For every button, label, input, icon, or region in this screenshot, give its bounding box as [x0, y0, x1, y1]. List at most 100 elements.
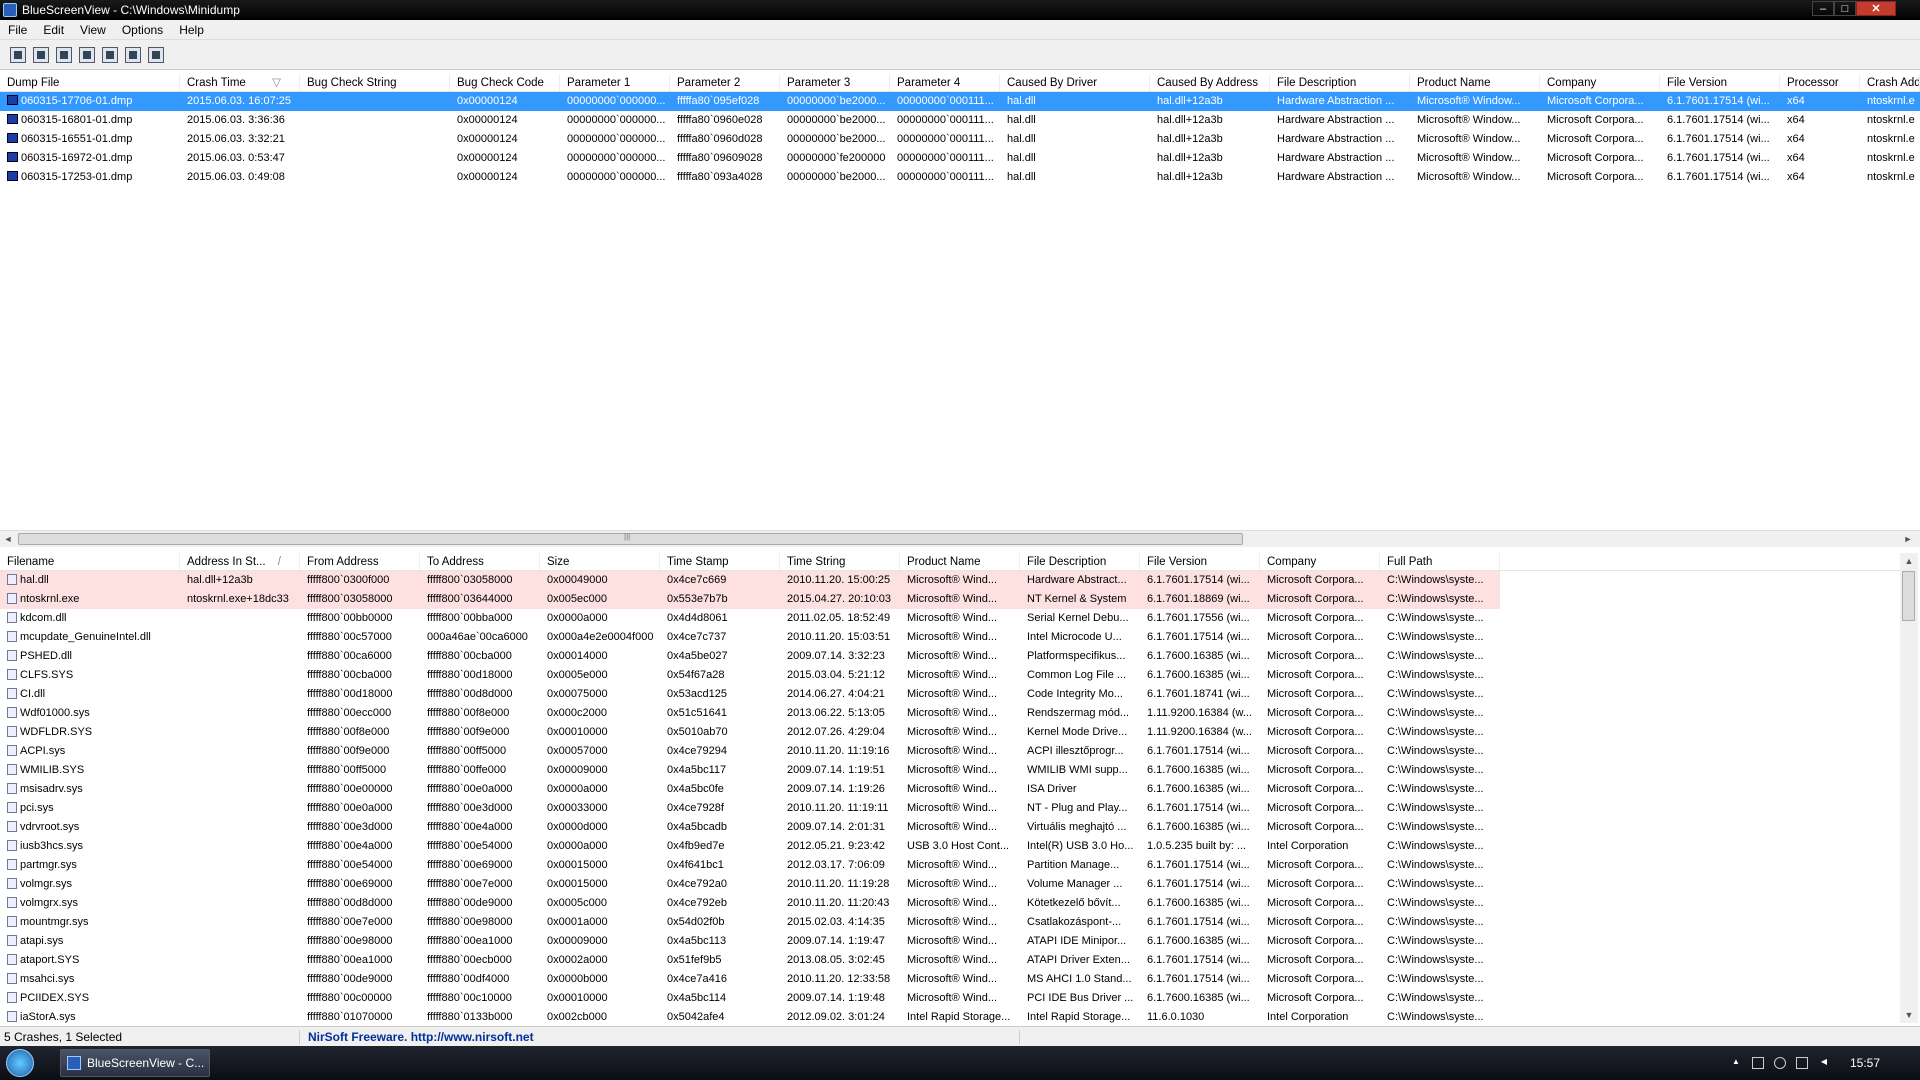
column-header-parameter-1[interactable]: Parameter 1: [560, 74, 670, 91]
column-header-file-version[interactable]: File Version: [1140, 553, 1260, 570]
table-row[interactable]: kdcom.dll fffff800`00bb0000 fffff800`00bba…: [0, 609, 1900, 628]
table-row[interactable]: msahci.sys fffff880`00de9000 fffff880`00df…: [0, 970, 1900, 989]
table-row[interactable]: 060315-16801-01.dmp 2015.06.03. 3:36:36 0x…: [0, 111, 1920, 130]
menu-view[interactable]: View: [72, 23, 114, 37]
copy-icon[interactable]: [79, 46, 95, 63]
find-icon[interactable]: [125, 46, 141, 63]
tray-arrow-icon[interactable]: ▲: [1730, 1057, 1742, 1069]
cell-to-address: fffff880`00ecb000: [427, 954, 512, 966]
column-header-address-in-st[interactable]: Address In St... /: [180, 553, 300, 570]
column-header-dump-file[interactable]: Dump File: [0, 74, 180, 91]
table-row[interactable]: WDFLDR.SYS fffff880`00f8e000 fffff880`00f9…: [0, 723, 1900, 742]
cell-from-address: fffff880`00e4a000: [307, 840, 393, 852]
column-header-from-address[interactable]: From Address: [300, 553, 420, 570]
network-icon[interactable]: [1795, 1057, 1808, 1069]
table-row[interactable]: Wdf01000.sys fffff880`00ecc000 fffff880`00…: [0, 704, 1900, 723]
table-row[interactable]: atapi.sys fffff880`00e98000 fffff880`00ea1…: [0, 932, 1900, 951]
column-header-file-description[interactable]: File Description: [1270, 74, 1410, 91]
column-header-parameter-4[interactable]: Parameter 4: [890, 74, 1000, 91]
scroll-up-icon[interactable]: ▲: [1901, 553, 1917, 569]
column-header-full-path[interactable]: Full Path: [1380, 553, 1500, 570]
table-row[interactable]: mcupdate_GenuineIntel.dll fffff880`00c570…: [0, 628, 1900, 647]
flag-icon[interactable]: [1751, 1057, 1764, 1069]
volume-icon[interactable]: ◀: [1818, 1057, 1830, 1069]
vertical-scrollbar[interactable]: ▲ ▼: [1900, 553, 1918, 1023]
column-header-product-name[interactable]: Product Name: [900, 553, 1020, 570]
table-row[interactable]: PCIIDEX.SYS fffff880`00c00000 fffff880`00c…: [0, 989, 1900, 1008]
menu-options[interactable]: Options: [114, 23, 171, 37]
column-header-parameter-2[interactable]: Parameter 2: [670, 74, 780, 91]
scroll-left-icon[interactable]: ◄: [0, 531, 16, 547]
column-header-crash-time[interactable]: Crash Time ▽: [180, 74, 300, 91]
table-row[interactable]: volmgrx.sys fffff880`00d8d000 fffff880`00d…: [0, 894, 1900, 913]
column-header-file-version[interactable]: File Version: [1660, 74, 1780, 91]
html-report-icon[interactable]: [102, 46, 118, 63]
column-header-time-string[interactable]: Time String: [780, 553, 900, 570]
exit-icon[interactable]: [148, 46, 164, 63]
table-row[interactable]: vdrvroot.sys fffff880`00e3d000 fffff880`00…: [0, 818, 1900, 837]
table-row[interactable]: ataport.SYS fffff880`00ea1000 fffff880`00e…: [0, 951, 1900, 970]
column-header-company[interactable]: Company: [1540, 74, 1660, 91]
maximize-button[interactable]: □: [1834, 1, 1856, 16]
table-row[interactable]: 060315-16551-01.dmp 2015.06.03. 3:32:21 0x…: [0, 130, 1920, 149]
column-header-bug-check-code[interactable]: Bug Check Code: [450, 74, 560, 91]
table-row[interactable]: 060315-17706-01.dmp 2015.06.03. 16:07:25 0…: [0, 92, 1920, 111]
column-header-file-description[interactable]: File Description: [1020, 553, 1140, 570]
start-button[interactable]: [0, 1046, 40, 1080]
minimize-button[interactable]: –: [1812, 1, 1834, 16]
menu-help[interactable]: Help: [171, 23, 212, 37]
clock[interactable]: 15:57: [1850, 1056, 1880, 1070]
column-header-company[interactable]: Company: [1260, 553, 1380, 570]
save-icon[interactable]: [33, 46, 49, 63]
properties-icon[interactable]: [10, 46, 26, 63]
cell-time-stamp: 0x5010ab70: [667, 726, 728, 738]
vertical-scrollbar-thumb[interactable]: [1902, 571, 1915, 621]
table-row[interactable]: WMILIB.SYS fffff880`00ff5000 fffff880`00ff…: [0, 761, 1900, 780]
update-icon[interactable]: [1773, 1057, 1786, 1069]
column-header-product-name[interactable]: Product Name: [1410, 74, 1540, 91]
table-row[interactable]: PSHED.dll fffff880`00ca6000 fffff880`00cba…: [0, 647, 1900, 666]
column-header-bug-check-string[interactable]: Bug Check String: [300, 74, 450, 91]
table-row[interactable]: CI.dll fffff880`00d18000 fffff880`00d8d000…: [0, 685, 1900, 704]
scroll-right-icon[interactable]: ►: [1900, 531, 1916, 547]
close-button[interactable]: ✕: [1856, 1, 1896, 16]
table-row[interactable]: 060315-17253-01.dmp 2015.06.03. 0:49:08 0x…: [0, 168, 1920, 187]
column-header-size[interactable]: Size: [540, 553, 660, 570]
nirsoft-link[interactable]: NirSoft Freeware. http://www.nirsoft.net: [300, 1029, 1020, 1044]
cell-parameter-4: 00000000`000111...: [897, 114, 994, 126]
table-row[interactable]: msisadrv.sys fffff880`00e00000 fffff880`00…: [0, 780, 1900, 799]
cell-filename: msisadrv.sys: [0, 780, 180, 799]
table-row[interactable]: ACPI.sys fffff880`00f9e000 fffff880`00ff50…: [0, 742, 1900, 761]
menu-edit[interactable]: Edit: [35, 23, 72, 37]
menu-file[interactable]: File: [0, 23, 35, 37]
table-row[interactable]: iaStorA.sys fffff880`01070000 fffff880`013…: [0, 1008, 1900, 1025]
cell-time-stamp: 0x4a5be027: [667, 650, 728, 662]
windows-orb-icon: [6, 1049, 34, 1077]
column-header-to-address[interactable]: To Address: [420, 553, 540, 570]
table-row[interactable]: hal.dll hal.dll+12a3b fffff800`0300f000 fff…: [0, 571, 1500, 590]
scroll-down-icon[interactable]: ▼: [1901, 1007, 1917, 1023]
table-row[interactable]: partmgr.sys fffff880`00e54000 fffff880`00e…: [0, 856, 1900, 875]
table-row[interactable]: mountmgr.sys fffff880`00e7e000 fffff880`00…: [0, 913, 1900, 932]
column-header-parameter-3[interactable]: Parameter 3: [780, 74, 890, 91]
cell-address-in-st: [180, 704, 300, 723]
taskbar-item-bluescreenview[interactable]: BlueScreenView - C...: [60, 1049, 210, 1077]
table-row[interactable]: ntoskrnl.exe ntoskrnl.exe+18dc33 fffff800`…: [0, 590, 1500, 609]
table-row[interactable]: pci.sys fffff880`00e0a000 fffff880`00e3d00…: [0, 799, 1900, 818]
table-row[interactable]: volmgr.sys fffff880`00e69000 fffff880`00e7…: [0, 875, 1900, 894]
cell-parameter-4: 00000000`000111...: [897, 171, 994, 183]
column-header-caused-by-driver[interactable]: Caused By Driver: [1000, 74, 1150, 91]
cell-size: 0x0000a000: [547, 783, 608, 795]
refresh-icon[interactable]: [56, 46, 72, 63]
column-header-processor[interactable]: Processor: [1780, 74, 1860, 91]
column-header-time-stamp[interactable]: Time Stamp: [660, 553, 780, 570]
column-header-filename[interactable]: Filename: [0, 553, 180, 570]
table-row[interactable]: CLFS.SYS fffff880`00cba000 fffff880`00d180…: [0, 666, 1900, 685]
cell-size: 0x00049000: [547, 574, 608, 586]
table-row[interactable]: 060315-16972-01.dmp 2015.06.03. 0:53:47 0x…: [0, 149, 1920, 168]
column-header-caused-by-address[interactable]: Caused By Address: [1150, 74, 1270, 91]
column-header-crash-add[interactable]: Crash Add: [1860, 74, 1920, 91]
horizontal-scrollbar[interactable]: ◄ ||| ►: [0, 530, 1920, 547]
table-row[interactable]: iusb3hcs.sys fffff880`00e4a000 fffff880`00…: [0, 837, 1900, 856]
scrollbar-thumb[interactable]: |||: [18, 532, 1243, 545]
